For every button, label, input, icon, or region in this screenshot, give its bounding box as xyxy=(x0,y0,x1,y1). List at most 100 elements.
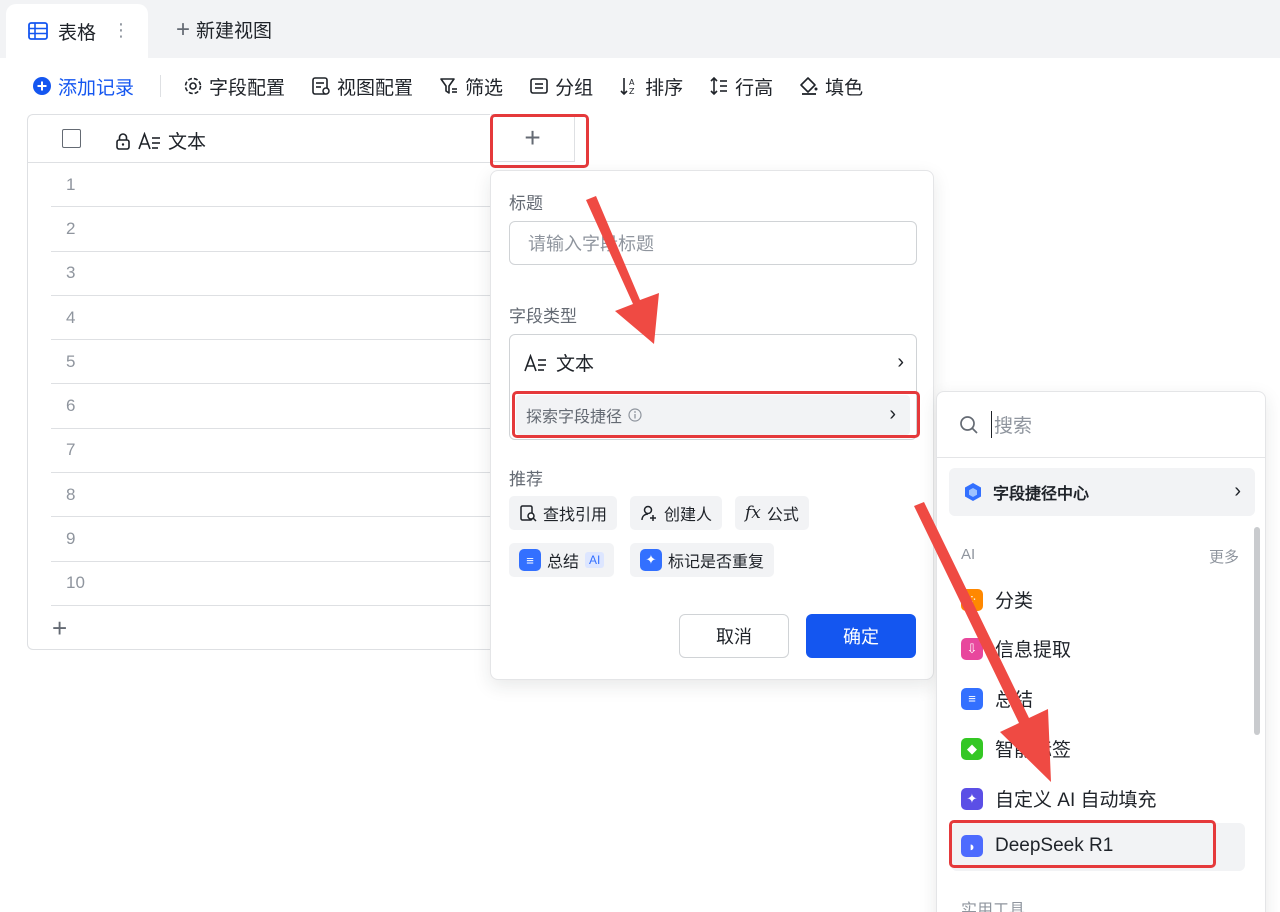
field-type-option[interactable]: 文本 › xyxy=(524,349,904,376)
shortcut-item-label: 智能标签 xyxy=(995,740,1072,761)
add-row-icon[interactable]: + xyxy=(52,615,67,641)
chip-summary[interactable]: ≡ 总结 AI xyxy=(509,543,615,577)
table-row[interactable]: 2 xyxy=(51,207,490,252)
sparkle-icon: ✦ xyxy=(961,787,983,810)
field-type-label: 字段类型 xyxy=(509,307,577,326)
row-height-button[interactable]: 行高 xyxy=(709,73,773,100)
shortcut-item-label: 信息提取 xyxy=(995,640,1072,661)
fill-color-label: 填色 xyxy=(825,77,864,99)
tab-table[interactable]: 表格 ⋮ xyxy=(6,4,148,58)
shortcut-item-smart-tag[interactable]: ◆ 智能标签 xyxy=(961,735,1071,762)
toolbar-divider xyxy=(160,75,162,97)
table-row[interactable]: 1 xyxy=(51,163,490,208)
chip-label: 查找引用 xyxy=(543,507,608,524)
lookup-icon xyxy=(520,505,537,522)
user-add-icon xyxy=(641,505,656,521)
table-row[interactable]: 8 xyxy=(51,473,490,518)
fill-color-button[interactable]: 填色 xyxy=(799,73,863,100)
svg-text:Z: Z xyxy=(629,87,635,96)
toolbar: 添加记录 字段配置 视图配置 筛选 分组 AZ 排序 行高 填色 xyxy=(32,68,889,104)
summary-icon: ≡ xyxy=(519,549,541,571)
table-row[interactable]: 6 xyxy=(51,384,490,429)
tools-section-label: 实用工具 xyxy=(961,902,1026,912)
title-label: 标题 xyxy=(509,194,543,213)
chip-creator[interactable]: 创建人 xyxy=(630,496,723,530)
table-row[interactable]: 5 xyxy=(51,340,490,385)
sort-icon: AZ xyxy=(620,78,635,96)
view-config-button[interactable]: 视图配置 xyxy=(311,73,413,100)
column-header-label: 文本 xyxy=(168,132,207,153)
deepseek-highlight xyxy=(949,820,1216,868)
shortcut-item-label: 自定义 AI 自动填充 xyxy=(995,790,1157,811)
search-icon xyxy=(960,415,978,434)
add-column-highlight xyxy=(490,114,589,168)
plus-icon: + xyxy=(176,15,191,43)
column-header-text[interactable]: 文本 xyxy=(114,127,206,154)
shortcut-item-classify[interactable]: ⁘ 分类 xyxy=(961,586,1033,613)
data-grid: 文本 1 2 3 4 5 6 7 8 9 10 + xyxy=(27,114,490,650)
shortcut-search-input[interactable]: 搜索 xyxy=(937,392,1265,458)
row-number: 2 xyxy=(66,218,76,238)
more-link[interactable]: 更多 xyxy=(1209,546,1239,567)
paint-bucket-icon xyxy=(800,77,818,95)
table-row[interactable]: 10 xyxy=(51,562,490,606)
grid-header: 文本 xyxy=(28,115,490,163)
tab-table-label: 表格 xyxy=(58,22,97,44)
summary-icon: ≡ xyxy=(961,687,983,710)
select-all-checkbox[interactable] xyxy=(62,129,81,148)
field-type-value: 文本 xyxy=(556,354,595,375)
row-number: 8 xyxy=(66,484,76,504)
filter-icon xyxy=(440,78,458,94)
group-label: 分组 xyxy=(555,77,594,99)
tab-bar: 表格 ⋮ + 新建视图 xyxy=(0,0,1280,58)
table-row[interactable]: 3 xyxy=(51,252,490,296)
tag-icon: ◆ xyxy=(961,737,983,760)
add-circle-icon xyxy=(33,77,51,95)
row-number: 5 xyxy=(66,351,76,371)
group-button[interactable]: 分组 xyxy=(529,73,593,100)
row-height-label: 行高 xyxy=(735,77,774,99)
shortcut-center-item[interactable]: 字段捷径中心 › xyxy=(949,468,1255,516)
classify-icon: ⁘ xyxy=(961,588,983,611)
row-number: 1 xyxy=(66,174,76,194)
recommend-label: 推荐 xyxy=(509,470,543,489)
confirm-button[interactable]: 确定 xyxy=(806,614,916,658)
table-row[interactable]: 4 xyxy=(51,296,490,341)
cancel-button[interactable]: 取消 xyxy=(679,614,789,658)
chip-lookup[interactable]: 查找引用 xyxy=(509,496,618,530)
chip-formula[interactable]: fx 公式 xyxy=(735,496,809,530)
field-title-placeholder: 请输入字段标题 xyxy=(528,234,654,254)
text-field-icon xyxy=(524,353,546,371)
row-number: 6 xyxy=(66,396,76,416)
ai-badge: AI xyxy=(585,552,605,568)
shortcut-item-label: 分类 xyxy=(995,591,1034,612)
shortcut-center-icon xyxy=(965,483,981,501)
gear-icon xyxy=(184,77,202,95)
new-view-button[interactable]: + 新建视图 xyxy=(176,16,272,43)
pin-icon: ✦ xyxy=(640,549,662,571)
explore-shortcuts-highlight xyxy=(512,391,920,438)
chip-label: 公式 xyxy=(766,507,799,524)
sort-button[interactable]: AZ 排序 xyxy=(619,73,683,100)
sort-label: 排序 xyxy=(645,77,684,99)
filter-label: 筛选 xyxy=(465,77,504,99)
chip-mark-duplicate[interactable]: ✦ 标记是否重复 xyxy=(630,543,775,577)
shortcut-item-custom-ai[interactable]: ✦ 自定义 AI 自动填充 xyxy=(961,785,1157,812)
field-config-label: 字段配置 xyxy=(209,77,286,99)
table-row[interactable]: 7 xyxy=(51,429,490,474)
field-title-input[interactable]: 请输入字段标题 xyxy=(509,221,917,265)
row-height-icon xyxy=(710,76,728,96)
filter-button[interactable]: 筛选 xyxy=(439,73,503,100)
table-row[interactable]: 9 xyxy=(51,517,490,562)
extract-icon: ⇩ xyxy=(961,637,983,660)
shortcut-item-extract[interactable]: ⇩ 信息提取 xyxy=(961,635,1071,662)
add-record-button[interactable]: 添加记录 xyxy=(32,73,134,100)
shortcut-item-summary[interactable]: ≡ 总结 xyxy=(961,685,1033,712)
lock-icon xyxy=(116,132,130,150)
row-number: 9 xyxy=(66,529,76,549)
search-placeholder: 搜索 xyxy=(991,411,1032,438)
more-vertical-icon[interactable]: ⋮ xyxy=(112,21,130,39)
formula-icon: fx xyxy=(745,503,761,523)
scrollbar[interactable] xyxy=(1254,527,1260,735)
field-config-button[interactable]: 字段配置 xyxy=(183,73,285,100)
